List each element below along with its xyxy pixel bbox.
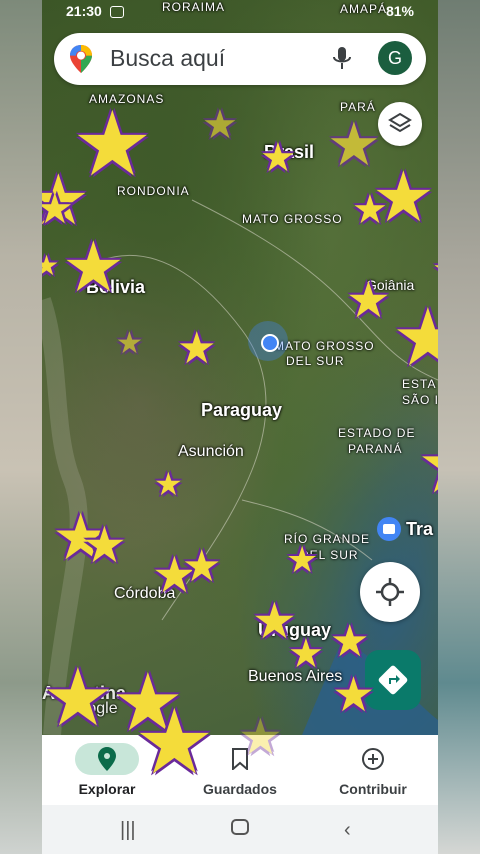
status-bar: 21:30 81% — [42, 0, 438, 26]
map-label-parana: PARANÁ — [348, 442, 403, 456]
map-label-del-sur: DEL SUR — [286, 354, 345, 368]
briefcase-poi-icon[interactable] — [377, 517, 401, 541]
star-sticker: ★ — [42, 250, 60, 281]
microphone-icon[interactable] — [330, 45, 354, 78]
crosshair-icon — [376, 578, 404, 606]
star-sticker: ★ — [330, 617, 370, 666]
notification-icon — [110, 6, 124, 18]
star-sticker: ★ — [288, 632, 324, 676]
contribute-pill — [341, 743, 405, 775]
star-sticker: ★ — [182, 542, 222, 591]
star-sticker: ★ — [417, 425, 438, 505]
map-label-tra[interactable]: Tra — [406, 519, 433, 540]
phone-screen: RORAIMA AMAPÁ AMAZONAS PARÁ Brasil RONDO… — [42, 0, 438, 854]
background-blur-right — [438, 0, 480, 854]
layers-icon — [388, 112, 412, 133]
explore-pill — [75, 743, 139, 775]
back-icon[interactable]: ‹ — [344, 819, 351, 842]
star-sticker: ★ — [177, 324, 217, 373]
recent-apps-icon[interactable]: ||| — [120, 819, 136, 842]
star-sticker: ★ — [432, 250, 438, 290]
add-circle-icon — [362, 748, 384, 770]
account-avatar[interactable]: G — [378, 41, 412, 75]
nav-contribute-label: Contribuir — [339, 781, 407, 797]
star-sticker: ★ — [42, 185, 74, 232]
map-label-mato-grosso-sur: MATO GROSSO — [274, 339, 375, 353]
star-sticker: ★ — [116, 327, 143, 360]
home-icon[interactable] — [230, 817, 250, 843]
nav-contribute[interactable]: Contribuir — [318, 743, 428, 797]
layers-button[interactable] — [378, 102, 422, 146]
star-sticker: ★ — [332, 669, 376, 722]
star-sticker: ★ — [346, 272, 391, 328]
maps-pin-logo-icon — [70, 45, 92, 78]
star-sticker: ★ — [392, 293, 438, 382]
location-pin-icon — [98, 747, 116, 771]
map-label-paraguay[interactable]: Paraguay — [201, 400, 282, 421]
status-time: 21:30 — [66, 3, 102, 19]
star-sticker: ★ — [134, 693, 215, 793]
battery-level: 81% — [385, 3, 414, 19]
star-sticker: ★ — [352, 188, 388, 232]
background-blur-left — [0, 0, 42, 854]
map-label-estado-de: ESTADO DE — [338, 426, 416, 440]
my-location-dot[interactable] — [261, 334, 279, 352]
my-location-button[interactable] — [360, 562, 420, 622]
search-bar[interactable]: Busca aquí G — [54, 33, 426, 85]
star-sticker: ★ — [260, 136, 296, 180]
star-sticker: ★ — [238, 709, 283, 765]
star-sticker: ★ — [286, 539, 319, 580]
star-sticker: ★ — [42, 653, 114, 742]
map-label-mato-grosso: MATO GROSSO — [242, 212, 343, 226]
star-sticker: ★ — [202, 103, 238, 147]
star-sticker: ★ — [62, 228, 125, 306]
search-input[interactable]: Busca aquí — [110, 45, 225, 72]
star-sticker: ★ — [82, 517, 127, 573]
system-navigation-bar: ||| ‹ — [42, 805, 438, 854]
star-sticker: ★ — [154, 466, 183, 502]
map-label-sao: SÃO I — [402, 393, 438, 407]
map-label-asuncion[interactable]: Asunción — [178, 443, 244, 461]
